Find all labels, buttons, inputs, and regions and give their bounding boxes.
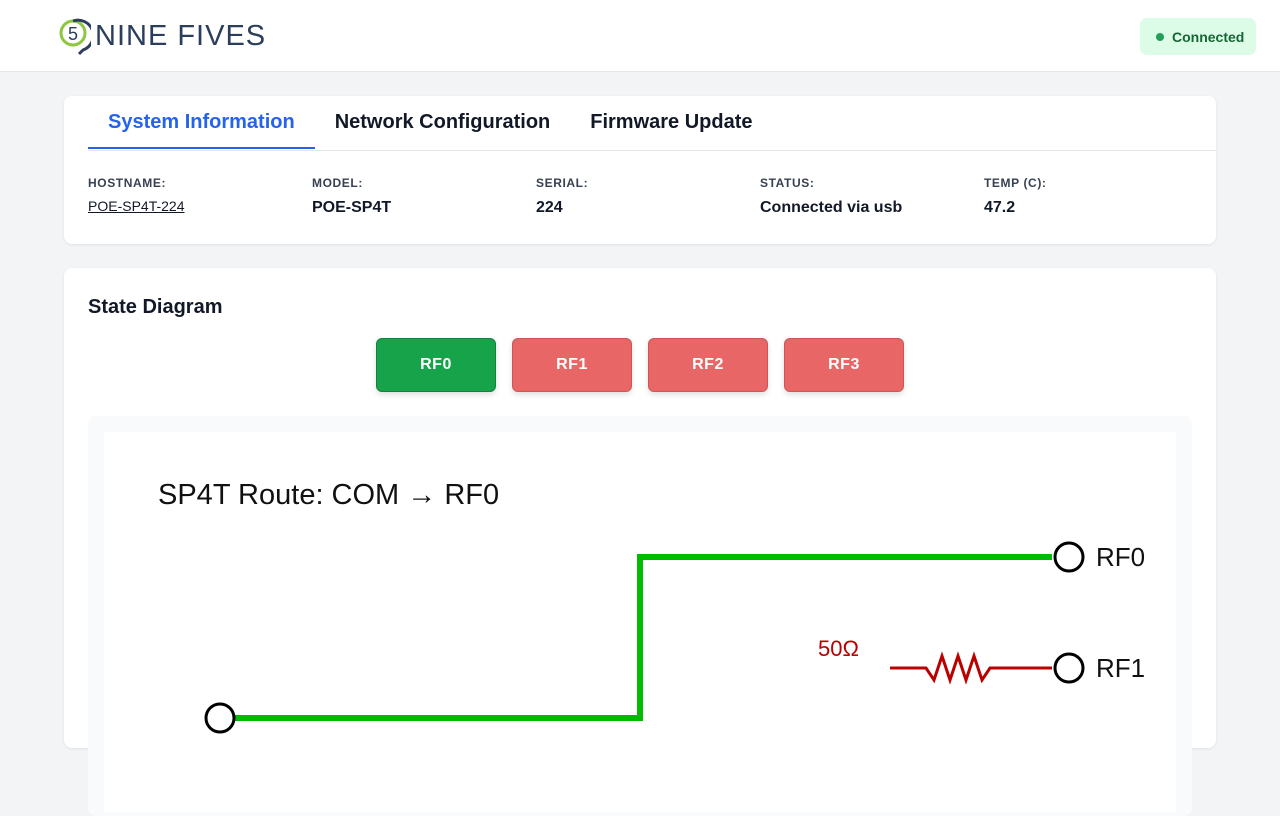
route-title: SP4T Route: COM → RF0: [158, 479, 499, 511]
hostname-field: HOSTNAME: POE-SP4T-224: [88, 176, 312, 217]
temperature-field: TEMP (C): 47.2: [984, 176, 1208, 217]
rf1-port-terminal: [1053, 652, 1085, 684]
state-diagram-title: State Diagram: [88, 296, 223, 318]
temperature-value: 47.2: [984, 199, 1016, 216]
state-diagram-card: State Diagram RF0 RF1 RF2 RF3 SP4T Route…: [64, 268, 1216, 816]
model-label: MODEL:: [312, 176, 363, 190]
com-port-terminal: [204, 702, 236, 734]
connection-status-text: Connected: [1172, 28, 1245, 45]
rf-port-selector: RF0 RF1 RF2 RF3: [376, 338, 920, 392]
termination-label: 50Ω: [818, 636, 859, 661]
serial-value: 224: [536, 199, 563, 216]
serial-field: SERIAL: 224: [536, 176, 760, 217]
serial-label: SERIAL:: [536, 176, 589, 190]
tab-bar: System Information Network Configuration…: [88, 96, 1216, 151]
sp4t-route-diagram: SP4T Route: COM → RF0 RF0 50Ω RF1: [158, 479, 1145, 734]
hostname-link[interactable]: POE-SP4T-224: [88, 198, 312, 214]
nine-fives-logo-icon: 5: [59, 18, 91, 56]
brand-name: NINE FIVES: [95, 20, 267, 52]
model-value: POE-SP4T: [312, 199, 392, 216]
temperature-label: TEMP (C):: [984, 176, 1047, 190]
connection-status-badge: Connected: [1140, 18, 1256, 55]
rf2-button[interactable]: RF2: [648, 338, 768, 392]
tab-network-configuration[interactable]: Network Configuration: [315, 96, 571, 149]
logo-digit: 5: [68, 24, 78, 44]
status-dot-icon: [1156, 32, 1164, 41]
brand-logo[interactable]: 5 NINE FIVES: [59, 16, 266, 56]
diagram-canvas: SP4T Route: COM → RF0 RF0 50Ω RF1: [104, 432, 1176, 812]
status-field: STATUS: Connected via usb: [760, 176, 984, 217]
active-route-path: [220, 554, 1052, 721]
tab-system-information[interactable]: System Information: [88, 96, 315, 149]
diagram-container: SP4T Route: COM → RF0 RF0 50Ω RF1: [88, 416, 1192, 816]
status-label: STATUS:: [760, 176, 815, 190]
rf3-button[interactable]: RF3: [784, 338, 904, 392]
rf1-port-label: RF1: [1096, 653, 1145, 683]
rf0-button[interactable]: RF0: [376, 338, 496, 392]
system-info-card: System Information Network Configuration…: [64, 96, 1216, 244]
rf1-button[interactable]: RF1: [512, 338, 632, 392]
termination-resistor: [890, 651, 1052, 685]
hostname-label: HOSTNAME:: [88, 176, 167, 190]
rf0-port-terminal: [1053, 541, 1085, 573]
top-bar: 5 NINE FIVES Connected: [0, 0, 1280, 72]
model-field: MODEL: POE-SP4T: [312, 176, 536, 217]
tab-firmware-update[interactable]: Firmware Update: [570, 96, 772, 149]
system-info-grid: HOSTNAME: POE-SP4T-224 MODEL: POE-SP4T S…: [88, 176, 1208, 217]
status-value: Connected via usb: [760, 199, 903, 216]
rf0-port-label: RF0: [1096, 542, 1145, 572]
